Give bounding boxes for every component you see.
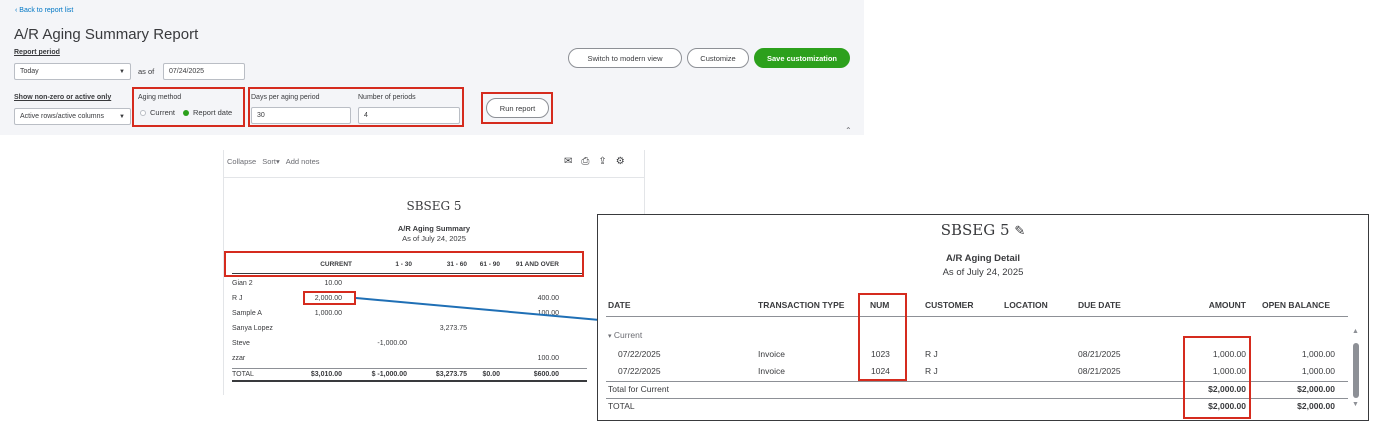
num-column-highlight bbox=[858, 293, 907, 381]
col-location[interactable]: LOCATION bbox=[1004, 300, 1048, 310]
caret-down-icon: ▾ bbox=[608, 333, 612, 340]
aging-detail-report: SBSEG 5 ✎ A/R Aging Detail As of July 24… bbox=[597, 214, 1369, 421]
col-transaction-type[interactable]: TRANSACTION TYPE bbox=[758, 300, 844, 310]
col-due-date[interactable]: DUE DATE bbox=[1078, 300, 1121, 310]
col-date[interactable]: DATE bbox=[608, 300, 631, 310]
detail-report-name: A/R Aging Detail bbox=[945, 253, 1021, 264]
scroll-down-icon[interactable]: ▼ bbox=[1352, 401, 1359, 408]
scroll-up-icon[interactable]: ▲ bbox=[1352, 328, 1359, 335]
header-rule bbox=[606, 316, 1348, 317]
detail-as-of: As of July 24, 2025 bbox=[942, 267, 1024, 278]
amount-column-highlight bbox=[1183, 336, 1251, 419]
detail-company-title: SBSEG 5 ✎ bbox=[940, 221, 1026, 239]
scrollbar-thumb[interactable] bbox=[1353, 343, 1359, 398]
col-open-balance[interactable]: OPEN BALANCE bbox=[1258, 300, 1330, 310]
detail-header-row: DATE TRANSACTION TYPE NUM CUSTOMER LOCAT… bbox=[608, 300, 1348, 314]
col-customer[interactable]: CUSTOMER bbox=[925, 300, 974, 310]
col-amount[interactable]: AMOUNT bbox=[1178, 300, 1246, 310]
pencil-edit-icon[interactable]: ✎ bbox=[1014, 224, 1025, 239]
group-current[interactable]: ▾ Current bbox=[608, 330, 642, 340]
